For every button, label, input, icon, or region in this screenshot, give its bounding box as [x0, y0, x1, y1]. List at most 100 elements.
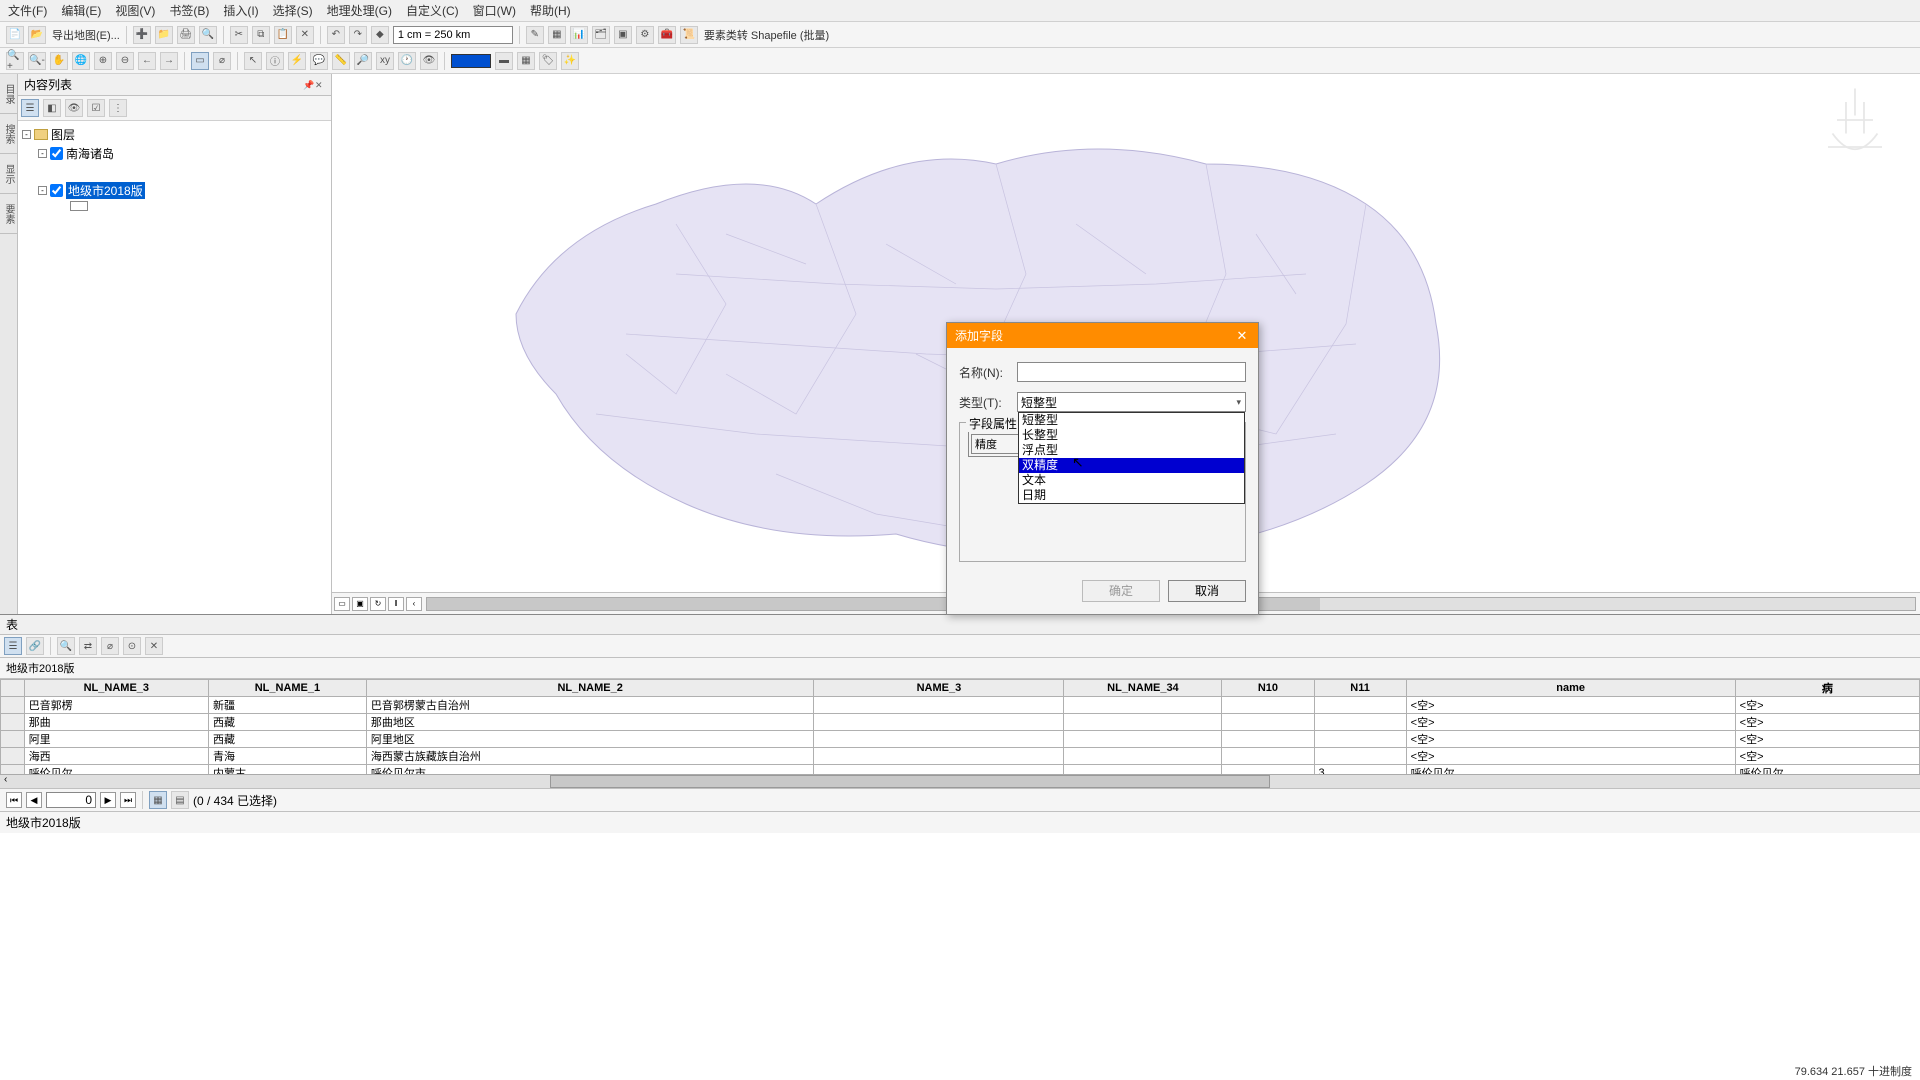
pan-icon[interactable]: ✋	[50, 52, 68, 70]
scrollbar-thumb[interactable]	[550, 775, 1270, 788]
script-icon[interactable]: 📜	[680, 26, 698, 44]
table-cell[interactable]: 海西	[24, 748, 208, 765]
table-cell[interactable]	[1064, 714, 1222, 731]
menu-view[interactable]: 视图(V)	[115, 2, 155, 19]
table-cell[interactable]	[1222, 748, 1314, 765]
fixed-zoom-out-icon[interactable]: ⊖	[116, 52, 134, 70]
table-cell[interactable]	[1064, 748, 1222, 765]
paste-icon[interactable]: 📋	[274, 26, 292, 44]
first-record-icon[interactable]: ⏮	[6, 792, 22, 808]
clear-selection-icon[interactable]: ⌀	[213, 52, 231, 70]
type-option-float[interactable]: 浮点型	[1019, 443, 1244, 458]
table-cell[interactable]: <空>	[1406, 748, 1735, 765]
next-extent-icon[interactable]: →	[160, 52, 178, 70]
xy-icon[interactable]: xy	[376, 52, 394, 70]
menu-insert[interactable]: 插入(I)	[223, 2, 258, 19]
effects-icon[interactable]: ✨	[561, 52, 579, 70]
table-cell[interactable]: 西藏	[208, 731, 366, 748]
pin-icon[interactable]: 📌	[303, 80, 313, 90]
python-icon[interactable]: ▣	[614, 26, 632, 44]
table-cell[interactable]: 巴音郭楞蒙古自治州	[366, 697, 814, 714]
table-cell[interactable]	[1314, 697, 1406, 714]
list-by-source-icon[interactable]: ◧	[43, 99, 61, 117]
table-cell[interactable]: <空>	[1735, 748, 1919, 765]
table-hscrollbar[interactable]: ‹	[0, 774, 1920, 788]
expand-icon[interactable]: -	[22, 130, 31, 139]
type-select[interactable]: 短整型 短整型 长整型 浮点型 双精度 文本 日期	[1017, 392, 1246, 412]
zoom-selected-icon[interactable]: ⊙	[123, 637, 141, 655]
table-cell[interactable]	[1064, 765, 1222, 775]
copy-icon[interactable]: ⧉	[252, 26, 270, 44]
table-cell[interactable]: 那曲地区	[366, 714, 814, 731]
viewer-icon[interactable]: 👁	[420, 52, 438, 70]
zoom-in-icon[interactable]: 🔍+	[6, 52, 24, 70]
table-icon[interactable]: ▦	[548, 26, 566, 44]
menu-window[interactable]: 窗口(W)	[473, 2, 516, 19]
modelbuilder-icon[interactable]: ⚙	[636, 26, 654, 44]
row-selector[interactable]	[1, 714, 25, 731]
scroll-left-icon[interactable]: ‹	[4, 774, 7, 785]
layer-checkbox[interactable]	[50, 184, 63, 197]
table-options-icon[interactable]: ☰	[4, 637, 22, 655]
table-cell[interactable]	[814, 714, 1064, 731]
menu-file[interactable]: 文件(F)	[8, 2, 47, 19]
table-cell[interactable]	[1064, 731, 1222, 748]
table-row[interactable]: 巴音郭楞新疆巴音郭楞蒙古自治州<空><空>	[1, 697, 1920, 714]
sidetab-features[interactable]: 要素	[0, 194, 17, 234]
table-cell[interactable]	[814, 731, 1064, 748]
col-header[interactable]: name	[1406, 680, 1735, 697]
identify-icon[interactable]: ⓘ	[266, 52, 284, 70]
table-cell[interactable]: 呼伦贝尔	[24, 765, 208, 775]
close-icon[interactable]: ✕	[315, 80, 325, 90]
draw-icon[interactable]: ▬	[495, 52, 513, 70]
type-option-date[interactable]: 日期	[1019, 488, 1244, 503]
hyperlink-icon[interactable]: ⚡	[288, 52, 306, 70]
find-icon[interactable]: 🔎	[354, 52, 372, 70]
select-icon[interactable]: ▭	[191, 52, 209, 70]
print-icon[interactable]: 🖨	[177, 26, 195, 44]
prev-record-icon[interactable]: ◀	[26, 792, 42, 808]
scale-input[interactable]	[393, 26, 513, 44]
map-view[interactable]: 添加字段 ✕ 名称(N): 类型(T): 短整型 短整型 长整型 浮点型	[332, 74, 1920, 614]
table-cell[interactable]	[814, 765, 1064, 775]
undo-icon[interactable]: ↶	[327, 26, 345, 44]
table-cell[interactable]	[1064, 697, 1222, 714]
table-cell[interactable]	[1222, 697, 1314, 714]
table-cell[interactable]: 海西蒙古族藏族自治州	[366, 748, 814, 765]
delete-icon[interactable]: ✕	[296, 26, 314, 44]
col-header[interactable]: NL_NAME_2	[366, 680, 814, 697]
name-input[interactable]	[1017, 362, 1246, 382]
table-tab[interactable]: 地级市2018版	[0, 811, 1920, 833]
table-cell[interactable]: 呼伦贝尔市	[366, 765, 814, 775]
table-cell[interactable]	[814, 697, 1064, 714]
new-icon[interactable]: 📄	[6, 26, 24, 44]
table-cell[interactable]	[1222, 714, 1314, 731]
cut-icon[interactable]: ✂	[230, 26, 248, 44]
export-map-button[interactable]: 导出地图(E)...	[52, 27, 120, 43]
col-header[interactable]: NAME_3	[814, 680, 1064, 697]
table-cell[interactable]: 巴音郭楞	[24, 697, 208, 714]
table-cell[interactable]: <空>	[1735, 714, 1919, 731]
record-number-input[interactable]	[46, 792, 96, 808]
table-cell[interactable]	[1314, 714, 1406, 731]
layout-view-icon[interactable]: ▣	[352, 597, 368, 611]
table-cell[interactable]: 青海	[208, 748, 366, 765]
related-tables-icon[interactable]: 🔗	[26, 637, 44, 655]
show-selected-icon[interactable]: ▤	[171, 791, 189, 809]
symbol-swatch[interactable]	[70, 201, 88, 211]
col-header[interactable]: NL_NAME_1	[208, 680, 366, 697]
sidetab-search[interactable]: 搜索	[0, 114, 17, 154]
table-row[interactable]: 阿里西藏阿里地区<空><空>	[1, 731, 1920, 748]
col-header[interactable]: NL_NAME_34	[1064, 680, 1222, 697]
table-cell[interactable]: <空>	[1406, 714, 1735, 731]
table-cell[interactable]: <空>	[1406, 697, 1735, 714]
menu-geoprocessing[interactable]: 地理处理(G)	[327, 2, 392, 19]
time-slider-icon[interactable]: 🕐	[398, 52, 416, 70]
expand-icon[interactable]: -	[38, 186, 47, 195]
table-cell[interactable]: <空>	[1735, 731, 1919, 748]
labels-icon[interactable]: 🏷	[539, 52, 557, 70]
col-header[interactable]: N10	[1222, 680, 1314, 697]
table-cell[interactable]: 西藏	[208, 714, 366, 731]
table-row[interactable]: 呼伦贝尔内蒙古呼伦贝尔市3呼伦贝尔呼伦贝尔	[1, 765, 1920, 775]
expand-icon[interactable]: -	[38, 149, 47, 158]
